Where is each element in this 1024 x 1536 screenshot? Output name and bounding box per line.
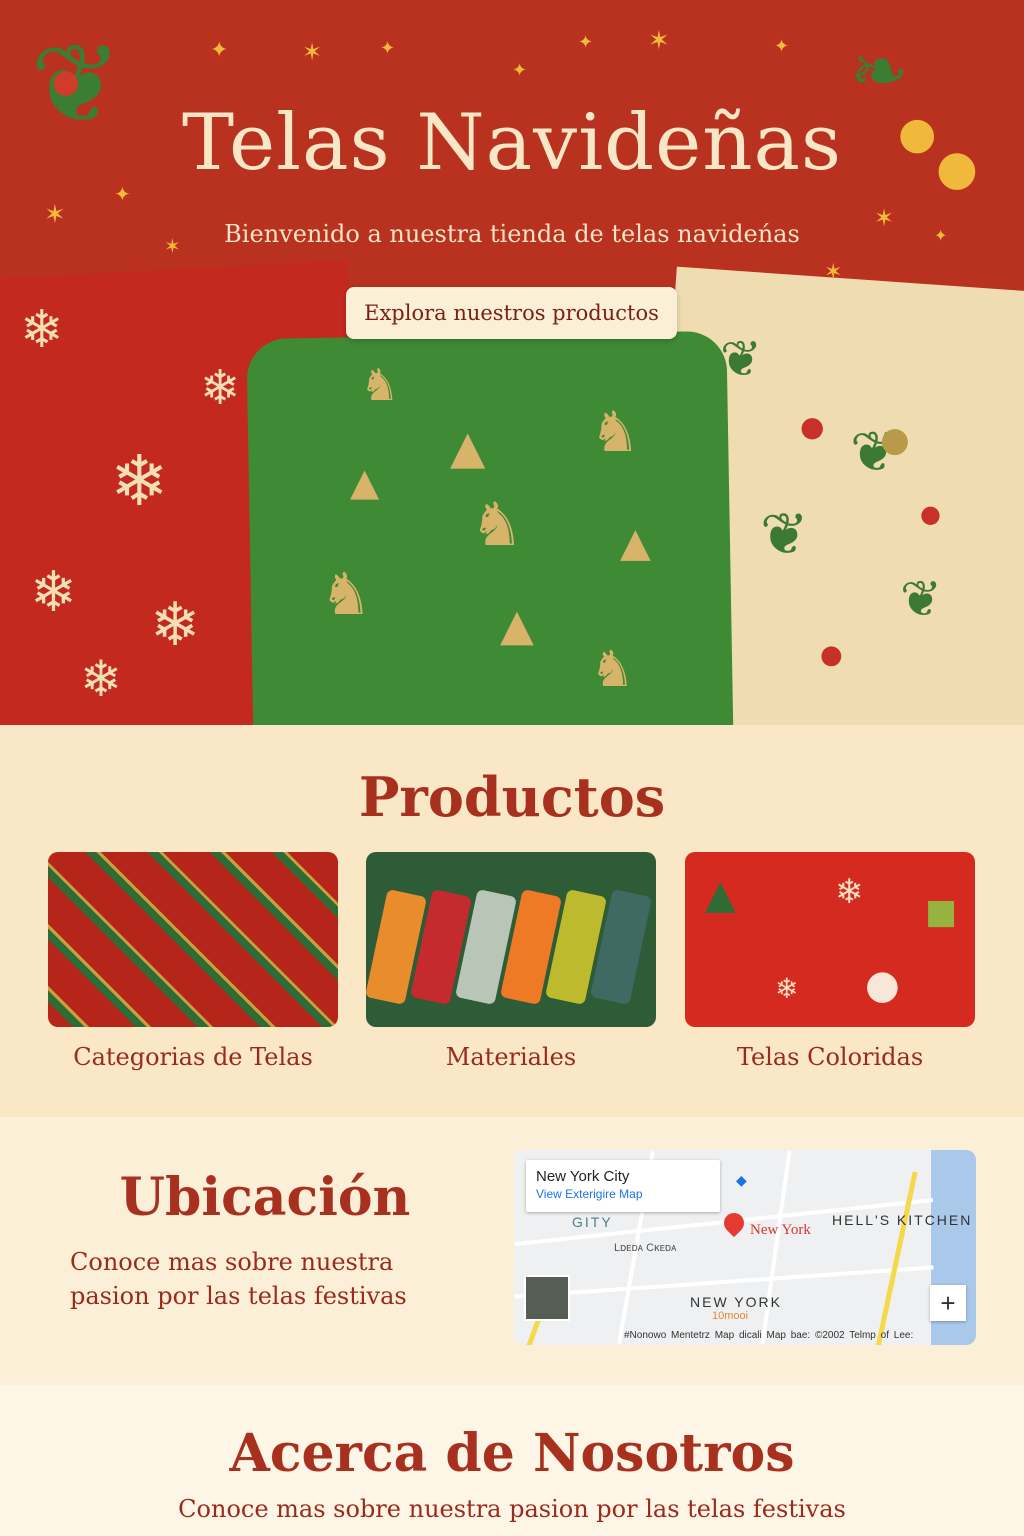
holly-icon: ❦ xyxy=(760,500,809,568)
explore-products-button[interactable]: Explora nuestros productos xyxy=(346,287,677,339)
tree-icon: ▲ xyxy=(620,520,651,566)
map-label: 10mooi xyxy=(712,1310,749,1322)
holly-icon: ❦ xyxy=(720,330,762,388)
reindeer-icon: ♞ xyxy=(590,640,635,698)
product-label[interactable]: Categorias de Telas xyxy=(48,1043,338,1071)
star-icon: ✶ xyxy=(648,26,670,56)
map-attribution: #Nonowo Mentetrz Map dicali Map bae: ©20… xyxy=(624,1330,914,1341)
snowflake-icon: ❄ xyxy=(110,440,169,522)
hero-section: ❄ ❄ ❄ ❄ ❄ ❄ ▲ ▲ ▲ ▲ ♞ ♞ ♞ ♞ ♞ ❦ ❦ ❦ ❦ ● … xyxy=(0,0,1024,725)
map-label: GITY xyxy=(572,1214,613,1230)
reindeer-icon: ♞ xyxy=(470,490,524,560)
reindeer-icon: ♞ xyxy=(360,360,400,411)
map-label: NEW YORK xyxy=(690,1294,782,1310)
festive-print-fabric-image[interactable]: ❄ ● ▲ ❄ ■ xyxy=(685,852,975,1027)
map-pin-icon[interactable] xyxy=(719,1208,749,1238)
hero-title: Telas Navideñas xyxy=(181,98,843,188)
star-icon: ✦ xyxy=(512,60,528,81)
gift-icon: ■ xyxy=(925,892,958,932)
berry-icon: ● xyxy=(800,410,825,443)
snowflake-icon: ❄ xyxy=(30,560,77,625)
product-label[interactable]: Telas Coloridas xyxy=(685,1043,975,1071)
tree-icon: ▲ xyxy=(500,600,534,651)
berry-icon: ● xyxy=(52,62,80,100)
location-section: Ubicación Conoce mas sobre nuestra pasio… xyxy=(0,1117,1024,1385)
star-icon: ✦ xyxy=(578,32,594,53)
map-highway xyxy=(875,1171,918,1345)
map-label: Lᴅᴇᴅᴀ Cᴋᴇᴅᴀ xyxy=(614,1242,677,1254)
about-title: Acerca de Nosotros xyxy=(229,1423,795,1484)
star-icon: ✶ xyxy=(824,260,843,285)
thread-spools-image[interactable] xyxy=(366,852,656,1027)
ornament-icon: ● xyxy=(880,420,910,460)
snowflake-icon: ❄ xyxy=(775,972,799,1005)
star-icon: ✦ xyxy=(210,38,229,63)
star-icon: ✦ xyxy=(774,36,790,57)
tree-icon: ▲ xyxy=(705,872,736,918)
satellite-toggle[interactable] xyxy=(524,1275,570,1321)
products-title: Productos xyxy=(358,765,666,829)
location-text: Conoce mas sobre nuestra pasion por las … xyxy=(70,1248,407,1310)
berry-icon: ● xyxy=(920,500,941,528)
snowflake-icon: ❄ xyxy=(835,872,864,912)
snowflake-icon: ❄ xyxy=(200,360,241,416)
about-section: Acerca de Nosotros Conoce mas sobre nues… xyxy=(0,1385,1024,1536)
view-larger-map-link[interactable]: View Exterigire Map xyxy=(536,1187,710,1201)
reindeer-icon: ♞ xyxy=(320,560,372,628)
map-label: HELL'S KITCHEN xyxy=(832,1212,973,1228)
map-info-card: New York City View Exterigire Map xyxy=(526,1160,720,1212)
reindeer-icon: ♞ xyxy=(590,400,641,465)
star-icon: ✶ xyxy=(302,38,323,66)
map-place-name: New York City xyxy=(536,1168,630,1185)
snowflake-icon: ❄ xyxy=(150,590,201,660)
about-text: Conoce mas sobre nuestra pasion por las … xyxy=(178,1495,846,1523)
plaid-fabric-image[interactable] xyxy=(48,852,338,1027)
hero-subtitle: Bienvenido a nuestra tienda de telas nav… xyxy=(224,220,800,248)
location-map[interactable]: New York City View Exterigire Map ◆ GITY… xyxy=(514,1150,976,1345)
berry-icon: ● xyxy=(820,640,843,670)
star-icon: ✦ xyxy=(380,38,396,59)
zoom-in-button[interactable]: + xyxy=(930,1285,966,1321)
map-road xyxy=(760,1150,792,1345)
map-pin-label: New York xyxy=(750,1222,811,1238)
holly-icon: ❦ xyxy=(900,570,942,628)
tree-icon: ▲ xyxy=(350,460,380,504)
tree-icon: ▲ xyxy=(450,420,486,474)
product-label[interactable]: Materiales xyxy=(366,1043,656,1071)
directions-icon[interactable]: ◆ xyxy=(736,1172,747,1189)
location-title: Ubicación xyxy=(119,1167,411,1228)
santa-icon: ● xyxy=(865,962,900,1008)
snowflake-icon: ❄ xyxy=(20,300,64,360)
products-section: Productos ❄ ● ▲ ❄ ■ Categorias de Telas … xyxy=(0,725,1024,1117)
snowflake-icon: ❄ xyxy=(80,650,122,708)
